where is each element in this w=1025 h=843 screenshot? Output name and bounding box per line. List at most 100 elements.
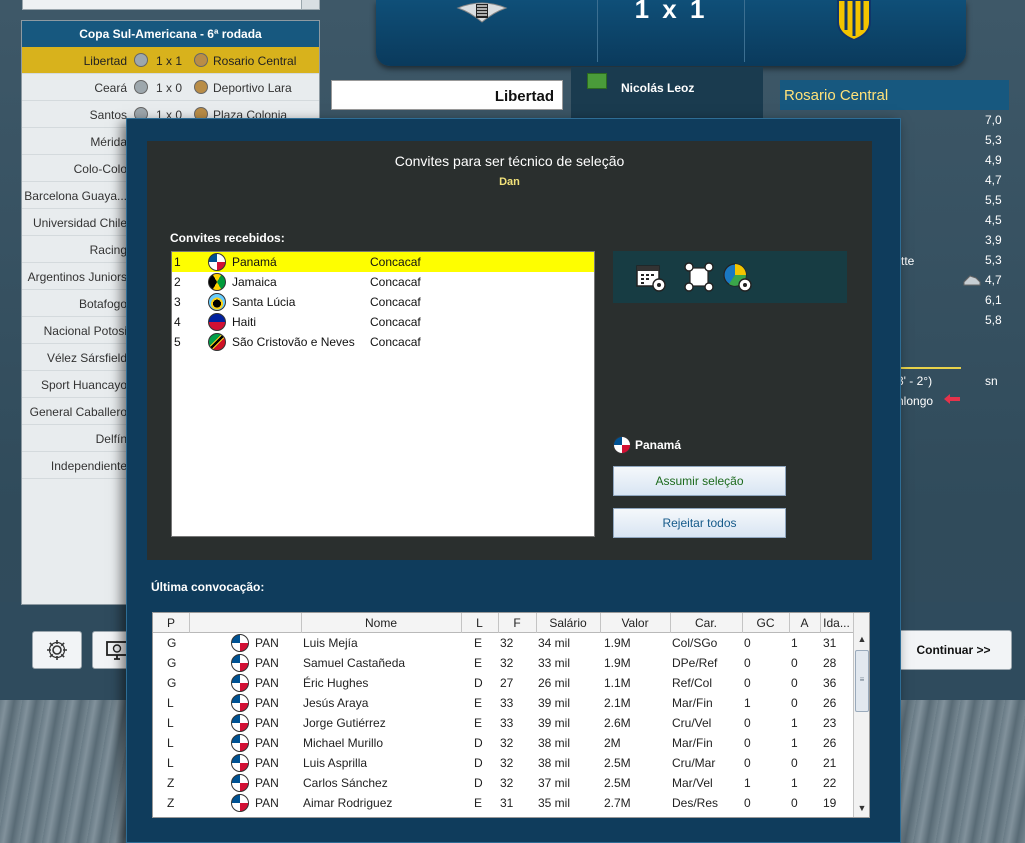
cell-a: 0 [791,696,798,710]
column-header[interactable]: Ida... [820,616,853,630]
panama-flag-icon [231,634,249,652]
cell-salary: 35 mil [538,796,571,810]
pie-chart-ball-icon[interactable] [721,261,753,293]
table-row[interactable]: Z PAN Aimar Rodriguez E 31 35 mil 2.7M Des/Res 0… [153,793,869,813]
column-header[interactable]: Car. [670,616,742,630]
cell-a: 1 [791,716,798,730]
invite-row[interactable]: 1 Panamá Concacaf [172,252,594,272]
column-separator [461,613,462,633]
table-row[interactable]: G PAN Samuel Castañeda E 32 33 mil 1.9M DPe/Ref… [153,653,869,673]
home-team: Universidad Chile [32,216,127,230]
player-rating: 5,8 [985,313,1002,327]
column-separator [820,613,821,633]
table-scrollbar[interactable]: ▲ ≡ ▼ [853,613,869,817]
table-row[interactable]: L PAN Luis Asprilla D 32 38 mil 2.5M Cru/Mar 0 0 2… [153,753,869,773]
column-separator [189,613,190,633]
formation-icon[interactable] [683,261,715,293]
cell-nat: PAN [255,796,279,810]
sn-fragment: sn [985,374,998,388]
cell-f: 32 [500,776,514,790]
cell-l: E [474,656,483,670]
column-separator [789,613,790,633]
cell-p: L [167,756,174,770]
manager-name: Dan [499,176,520,188]
cell-gc: 0 [744,636,751,650]
cell-l: D [474,676,483,690]
panama-flag-icon [231,694,249,712]
cell-p: G [167,636,177,650]
column-header[interactable]: L [461,616,498,630]
column-header[interactable]: Nome [301,616,461,630]
invite-row[interactable]: 2 Jamaica Concacaf [172,272,594,292]
table-row[interactable]: Z PAN Carlos Sánchez D 32 37 mil 2.5M Mar/Vel 1 1… [153,773,869,793]
cell-p: L [167,736,174,750]
cell-value: 1.9M [604,636,631,650]
cell-a: 0 [791,676,798,690]
top-search-field[interactable] [22,0,320,10]
scroll-down-arrow-icon[interactable]: ▼ [854,800,869,817]
home-team: Colo-Colo [73,162,127,176]
calendar-ball-icon[interactable] [635,261,667,293]
time-fragment: 3' - 2°) [897,374,933,388]
table-row[interactable]: L PAN Michael Murillo D 32 38 mil 2M Mar/Fin 0 1 2… [153,733,869,753]
column-header[interactable]: F [498,616,536,630]
cell-a: 1 [791,776,798,790]
cell-a: 1 [791,636,798,650]
scroll-up-arrow-icon[interactable]: ▲ [854,631,869,648]
player-rating: 7,0 [985,113,1002,127]
cell-gc: 1 [744,696,751,710]
column-header[interactable]: GC [742,616,789,630]
cell-nat: PAN [255,776,279,790]
cell-salary: 38 mil [538,736,571,750]
cell-l: D [474,736,483,750]
settings-button[interactable] [32,631,82,669]
column-header[interactable]: Valor [600,616,670,630]
cell-name: Éric Hughes [303,676,369,690]
match-row[interactable]: Ceará 1 x 0 Deportivo Lara [22,74,319,101]
panama-flag-icon [231,714,249,732]
player-rating: 4,5 [985,213,1002,227]
last-call-up-label: Última convocação: [151,580,265,594]
rosario-central-crest-icon [837,0,871,40]
invite-row[interactable]: 3 Santa Lúcia Concacaf [172,292,594,312]
cell-l: D [474,776,483,790]
home-team: Libertad [83,54,127,68]
invite-row[interactable]: 4 Haiti Concacaf [172,312,594,332]
column-header[interactable]: Salário [536,616,600,630]
country-flag-icon [208,333,226,351]
cell-car: Des/Res [672,796,719,810]
table-row[interactable]: G PAN Éric Hughes D 27 26 mil 1.1M Ref/Col 0 0 36 [153,673,869,693]
cell-value: 2.7M [604,796,631,810]
table-row[interactable]: G PAN Luis Mejía E 32 34 mil 1.9M Col/SGo 0 1 31 [153,633,869,653]
continue-button[interactable]: Continuar >> [895,630,1012,670]
cell-gc: 1 [744,776,751,790]
invite-row[interactable]: 5 São Cristovão e Neves Concacaf [172,332,594,352]
column-header[interactable]: P [153,616,189,630]
column-header[interactable]: A [789,616,820,630]
cell-value: 1.1M [604,676,631,690]
top-search-scroll[interactable] [301,0,319,9]
cell-p: L [167,716,174,730]
dialog-title: Convites para ser técnico de seleção [394,153,625,169]
cell-car: Cru/Mar [672,756,716,770]
cell-age: 22 [823,776,837,790]
table-row[interactable]: L PAN Jorge Gutiérrez E 33 39 mil 2.6M Cru/Vel 0… [153,713,869,733]
cell-car: Mar/Vel [672,776,713,790]
cell-car: Cru/Vel [672,716,712,730]
cell-nat: PAN [255,756,279,770]
cell-f: 32 [500,736,514,750]
table-row[interactable]: L PAN Jesús Araya E 33 39 mil 2.1M Mar/Fin 1 0 26 [153,693,869,713]
cell-p: Z [167,796,175,810]
column-separator [670,613,671,633]
scrollbar-thumb[interactable]: ≡ [855,650,869,712]
player-rating: 4,9 [985,153,1002,167]
cell-f: 33 [500,696,514,710]
invite-confederation: Concacaf [370,335,421,349]
accept-national-team-button[interactable]: Assumir seleção [613,466,786,496]
home-team: Argentinos Juniors [27,270,127,284]
reject-all-button[interactable]: Rejeitar todos [613,508,786,538]
cell-name: Luis Mejía [303,636,358,650]
panama-flag-icon [231,754,249,772]
match-row[interactable]: Libertad 1 x 1 Rosario Central [22,47,319,74]
cell-value: 2.5M [604,776,631,790]
